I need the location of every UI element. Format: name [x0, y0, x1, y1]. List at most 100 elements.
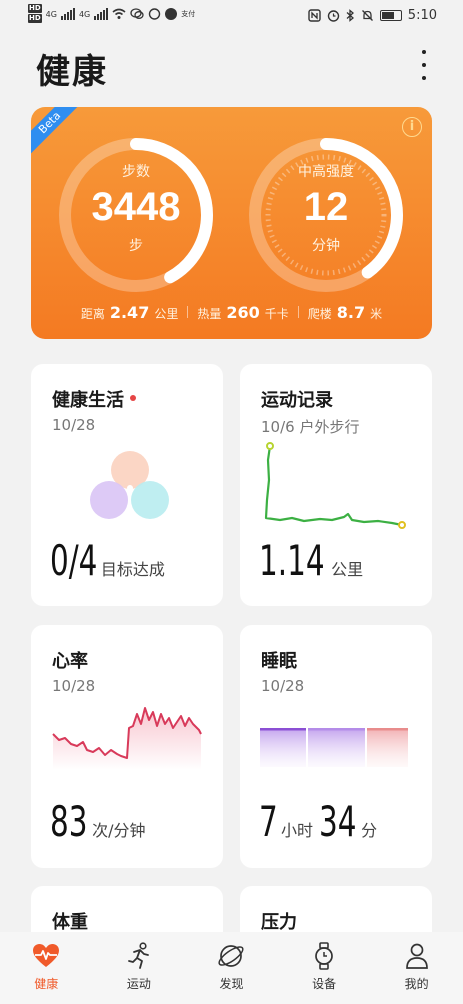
more-dot — [422, 50, 426, 54]
status-right-icons: 5:10 — [308, 8, 437, 23]
mute-bell-icon — [361, 10, 373, 21]
bottom-tab-bar: 健康 运动 发现 设备 我的 — [0, 932, 463, 1004]
route-end — [398, 521, 406, 529]
hd-badge: HD — [28, 4, 42, 13]
climb-unit: 米 — [370, 307, 383, 321]
card-date: 10/28 — [52, 677, 96, 695]
more-menu-button[interactable] — [419, 50, 429, 80]
sleep-card[interactable]: 睡眠 10/28 7 小时 34 分 — [240, 625, 432, 868]
intensity-ring[interactable]: 中高强度 12 分钟 — [246, 135, 406, 295]
card-title: 睡眠 — [261, 651, 297, 672]
heart-rate-value-row: 83 次/分钟 — [50, 797, 145, 846]
sleep-minutes: 34 — [319, 797, 357, 846]
card-title: 健康生活 — [52, 386, 136, 412]
signal-icon — [60, 8, 75, 20]
tab-label: 设备 — [312, 977, 337, 991]
distance-label: 距离 — [80, 307, 105, 321]
tab-label: 健康 — [34, 977, 59, 991]
activity-summary-card[interactable]: Beta i 步数 3448 步 中高强度 12 分钟 距离 2.47 公里 热… — [31, 107, 432, 339]
goal-value-row: 0/4 目标达成 — [50, 536, 165, 585]
heart-pulse-icon — [33, 944, 60, 967]
signal-icon — [94, 8, 109, 20]
calories-value: 260 — [226, 303, 260, 322]
goal-value: 0/4 — [50, 536, 98, 585]
card-date: 10/28 — [261, 677, 305, 695]
carrier-note: 支付 — [181, 10, 196, 18]
intensity-label: 中高强度 — [298, 164, 354, 180]
calories-unit: 千卡 — [264, 307, 289, 321]
exercise-distance: 1.14 — [259, 536, 325, 585]
alarm-icon — [327, 10, 339, 22]
message-icon — [149, 8, 161, 20]
steps-label: 步数 — [122, 164, 150, 180]
page-title: 健康 — [36, 52, 108, 92]
distance-value: 2.47 — [109, 303, 150, 322]
tab-label: 发现 — [219, 977, 244, 991]
sleep-hours-unit: 小时 — [281, 821, 314, 840]
distance-unit: 公里 — [154, 307, 179, 321]
intensity-unit: 分钟 — [312, 238, 340, 254]
heart-rate-graph — [52, 707, 202, 770]
climb-label: 爬楼 — [307, 307, 332, 321]
sleep-chart-graphic — [260, 728, 408, 767]
unread-dot — [130, 395, 136, 401]
card-title: 运动记录 — [261, 390, 333, 411]
card-title: 心率 — [52, 651, 88, 672]
status-bar: HD HD 4G 4G 支付 5:10 — [0, 0, 463, 34]
exercise-record-card[interactable]: 运动记录 10/6 户外步行 1.14 公里 — [240, 364, 432, 606]
exercise-unit: 公里 — [331, 560, 364, 579]
watch-icon — [315, 942, 333, 970]
more-dot — [422, 76, 426, 80]
steps-ring[interactable]: 步数 3448 步 — [56, 135, 216, 295]
battery-icon — [379, 10, 402, 21]
activity-stats-row: 距离 2.47 公里 热量 260 千卡 爬楼 8.7 米 — [31, 303, 432, 322]
goal-unit: 目标达成 — [100, 560, 165, 579]
route-map-graphic — [264, 442, 406, 529]
heart-rate-unit: 次/分钟 — [92, 821, 146, 840]
person-icon — [405, 943, 428, 969]
card-title: 压力 — [261, 912, 297, 933]
card-date: 10/6 户外步行 — [261, 418, 360, 436]
running-icon — [127, 942, 149, 969]
sleep-hours: 7 — [259, 797, 278, 846]
healthy-life-card[interactable]: 健康生活 10/28 0/4 目标达成 — [31, 364, 223, 606]
status-left-icons: HD HD 4G 4G 支付 — [28, 4, 195, 24]
calories-label: 热量 — [197, 307, 222, 321]
nfc-icon — [308, 9, 321, 22]
goal-circles-graphic — [90, 451, 169, 519]
more-dot — [422, 63, 426, 67]
divider — [187, 306, 189, 318]
steps-value: 3448 — [91, 185, 181, 229]
tab-me[interactable]: 我的 — [370, 932, 463, 1004]
tab-label: 我的 — [404, 977, 429, 991]
route-line — [264, 445, 403, 527]
hd-badges: HD HD — [28, 4, 42, 24]
info-icon[interactable]: i — [402, 117, 422, 137]
tab-health[interactable]: 健康 — [0, 932, 93, 1004]
tab-exercise[interactable]: 运动 — [93, 932, 186, 1004]
hd-badge: HD — [28, 14, 42, 23]
heart-rate-card[interactable]: 心率 10/28 83 次/分钟 — [31, 625, 223, 868]
steps-unit: 步 — [129, 238, 143, 254]
clock-time: 5:10 — [407, 8, 437, 23]
network-4g-label: 4G — [78, 9, 91, 19]
chat-bubble-icon — [130, 8, 144, 19]
sleep-minutes-unit: 分 — [361, 821, 378, 840]
route-start — [266, 442, 274, 450]
card-date: 10/28 — [52, 416, 96, 434]
alipay-icon — [165, 8, 178, 20]
tab-devices[interactable]: 设备 — [278, 932, 371, 1004]
wifi-icon — [112, 8, 126, 19]
sleep-value-row: 7 小时 34 分 — [259, 797, 377, 846]
network-4g-label: 4G — [45, 9, 57, 19]
tab-label: 运动 — [126, 977, 151, 991]
tab-discover[interactable]: 发现 — [185, 932, 278, 1004]
distance-value-row: 1.14 公里 — [259, 536, 363, 585]
planet-icon — [218, 945, 245, 967]
climb-value: 8.7 — [336, 303, 366, 322]
intensity-value: 12 — [303, 185, 349, 229]
card-title: 体重 — [52, 912, 88, 933]
heart-rate-value: 83 — [50, 797, 88, 846]
bluetooth-icon — [346, 9, 354, 22]
divider — [297, 306, 299, 318]
